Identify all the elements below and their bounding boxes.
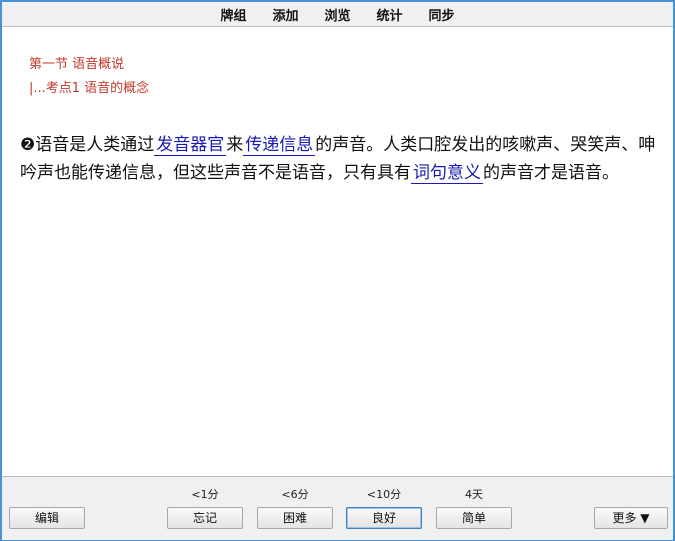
- cloze-answer: 发音器官: [154, 135, 227, 156]
- breadcrumb-section: 第一节 语音概说: [29, 57, 125, 72]
- menu-add[interactable]: 添加: [272, 5, 298, 24]
- reviewer-window: 牌组 添加 浏览 统计 同步 第一节 语音概说 |...考点1 语音的概念 ❷语…: [0, 0, 675, 541]
- menu-browse[interactable]: 浏览: [324, 5, 350, 24]
- more-button[interactable]: 更多 ▼: [594, 507, 668, 529]
- item-marker-icon: ❷: [20, 135, 36, 155]
- card-text: 来: [226, 135, 244, 155]
- menu-decks[interactable]: 牌组: [220, 5, 246, 24]
- breadcrumb-subsection: |...考点1 语音的概念: [29, 81, 150, 96]
- cloze-answer: 词句意义: [411, 163, 483, 184]
- menu-stats[interactable]: 统计: [377, 5, 403, 24]
- edit-button[interactable]: 编辑: [9, 507, 85, 529]
- card-area: 第一节 语音概说 |...考点1 语音的概念 ❷语音是人类通过 发音器官来传递信息…: [2, 27, 673, 478]
- hard-button[interactable]: 困难: [257, 507, 333, 529]
- top-menu-bar: 牌组 添加 浏览 统计 同步: [2, 2, 673, 27]
- easy-button[interactable]: 简单: [436, 507, 512, 529]
- card-text: 语音是人类通过: [35, 135, 155, 155]
- interval-good: <10分: [366, 488, 402, 501]
- card-text: 的声音才是语音。: [483, 163, 619, 183]
- good-button[interactable]: 良好: [346, 507, 422, 529]
- interval-again: <1分: [191, 488, 219, 501]
- menu-sync[interactable]: 同步: [429, 5, 455, 24]
- card-content: ❷语音是人类通过 发音器官来传递信息 的声音。人类口腔发出的咳嗽声、哭笑声、呻吟声也…: [20, 131, 665, 187]
- breadcrumb: 第一节 语音概说 |...考点1 语音的概念: [29, 53, 149, 101]
- bottom-bar: <1分 <6分 <10分 4天 编辑 忘记 困难 良好 简单 更多 ▼: [2, 476, 673, 540]
- interval-easy: 4天: [465, 488, 483, 501]
- interval-hard: <6分: [281, 488, 309, 501]
- again-button[interactable]: 忘记: [167, 507, 243, 529]
- cloze-answer: 传递信息: [243, 135, 316, 156]
